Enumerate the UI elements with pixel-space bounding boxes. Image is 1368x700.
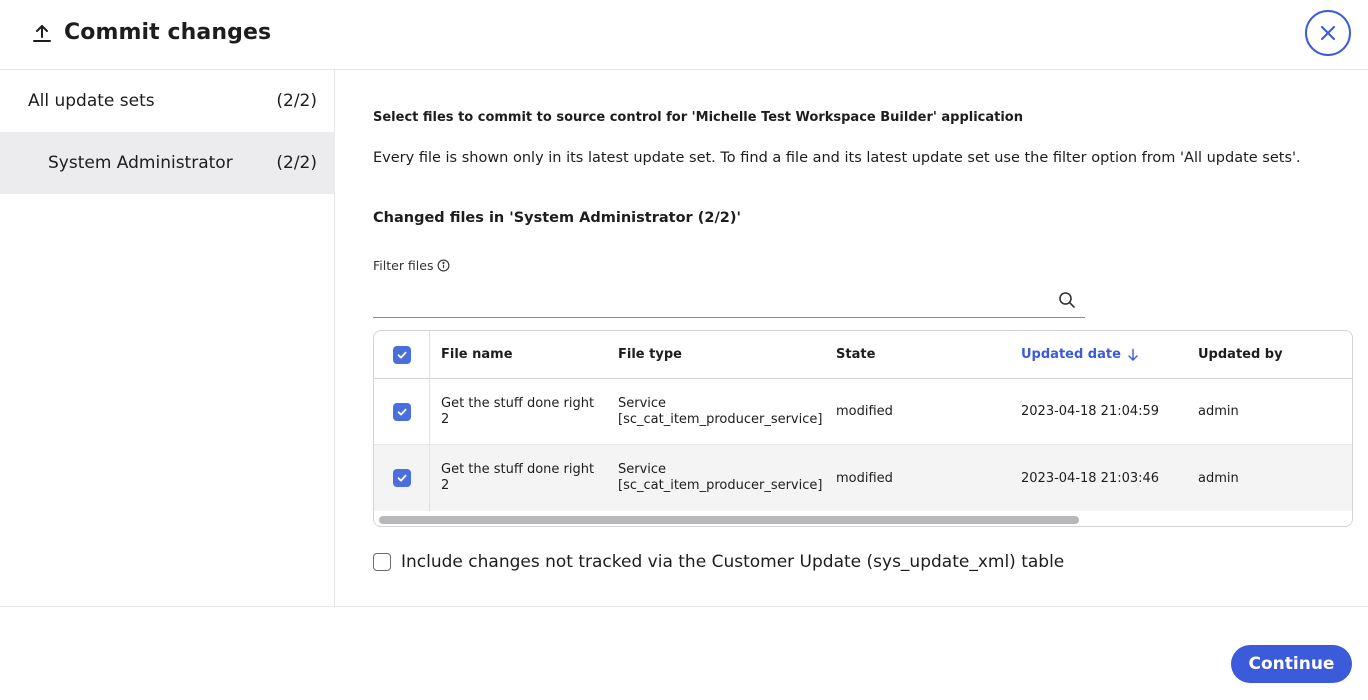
filter-field <box>373 285 1085 318</box>
dialog-header: Commit changes <box>0 0 1368 70</box>
include-untracked-label: Include changes not tracked via the Cust… <box>401 552 1065 572</box>
column-header-file-type[interactable]: File type <box>618 331 833 378</box>
row-checkbox[interactable] <box>392 469 411 487</box>
dialog-footer: Continue <box>0 606 1368 700</box>
file-name-line-1: Get the stuff done right <box>441 395 595 411</box>
changed-files-table: File name File type State Updated date U… <box>373 330 1353 527</box>
file-type-line-1: Service <box>618 462 667 477</box>
file-name-line-2: 2 <box>441 478 450 493</box>
file-name-cell: Get the stuff done right 2 <box>441 379 611 444</box>
upload-icon <box>30 21 54 45</box>
changed-files-title: Changed files in 'System Administrator (… <box>373 210 741 226</box>
include-untracked-checkbox[interactable] <box>373 553 391 571</box>
close-button[interactable] <box>1305 10 1351 56</box>
dialog-title: Commit changes <box>64 20 272 45</box>
column-header-file-name[interactable]: File name <box>441 331 611 378</box>
info-icon[interactable] <box>437 259 450 272</box>
intro-title: Select files to commit to source control… <box>373 110 1023 125</box>
sidebar-item-count: (2/2) <box>276 91 317 111</box>
column-header-label: Updated date <box>1021 347 1121 362</box>
filter-files-input[interactable] <box>373 285 1043 315</box>
close-icon <box>1321 26 1335 40</box>
sidebar-item-label: All update sets <box>28 91 155 111</box>
file-name-line-1: Get the stuff done right <box>441 462 595 477</box>
scrollbar-thumb[interactable] <box>379 516 1079 524</box>
column-header-updated-by[interactable]: Updated by <box>1198 331 1348 378</box>
file-type-line-2: [sc_cat_item_producer_service] <box>618 411 823 427</box>
row-checkbox[interactable] <box>392 402 411 421</box>
sidebar-item-system-administrator[interactable]: System Administrator (2/2) <box>0 132 335 194</box>
state-cell: modified <box>836 404 893 419</box>
file-type-cell: Service [sc_cat_item_producer_service] <box>618 445 833 511</box>
sidebar-item-count: (2/2) <box>276 153 317 173</box>
column-header-updated-date[interactable]: Updated date <box>1021 331 1191 378</box>
updated-by-cell: admin <box>1198 470 1239 486</box>
file-type-line-2: [sc_cat_item_producer_service] <box>618 478 823 493</box>
filter-label: Filter files <box>373 258 450 273</box>
dialog-title-group: Commit changes <box>30 20 271 45</box>
table-row: Get the stuff done right 2 Service [sc_c… <box>374 445 1352 511</box>
select-all-cell <box>374 331 430 378</box>
row-select-cell <box>374 445 430 511</box>
filter-label-text: Filter files <box>373 258 434 273</box>
checkmark-icon <box>397 474 406 482</box>
search-icon[interactable] <box>1057 290 1077 310</box>
sidebar-item-label: System Administrator <box>48 153 233 173</box>
file-type-line-1: Service <box>618 395 667 411</box>
file-name-line-2: 2 <box>441 411 450 427</box>
column-header-state[interactable]: State <box>836 331 986 378</box>
horizontal-scrollbar[interactable] <box>374 512 1352 526</box>
table-row: Get the stuff done right 2 Service [sc_c… <box>374 379 1352 445</box>
checkmark-icon <box>397 351 406 358</box>
table-header: File name File type State Updated date U… <box>374 331 1352 379</box>
sort-descending-icon <box>1128 348 1138 361</box>
continue-button[interactable]: Continue <box>1231 645 1352 683</box>
updated-date-cell: 2023-04-18 21:03:46 <box>1021 470 1160 486</box>
file-name-cell: Get the stuff done right 2 <box>441 445 611 511</box>
select-all-checkbox[interactable] <box>392 345 411 364</box>
intro-description: Every file is shown only in its latest u… <box>373 150 1301 166</box>
updated-date-cell: 2023-04-18 21:04:59 <box>1021 404 1160 419</box>
include-untracked-option[interactable]: Include changes not tracked via the Cust… <box>373 552 1064 572</box>
state-cell: modified <box>836 470 893 486</box>
updated-by-cell: admin <box>1198 404 1239 419</box>
update-sets-sidebar: All update sets (2/2) System Administrat… <box>0 70 335 606</box>
row-select-cell <box>374 379 430 444</box>
sidebar-item-all-update-sets[interactable]: All update sets (2/2) <box>0 70 335 132</box>
checkmark-icon <box>397 408 406 415</box>
file-type-cell: Service [sc_cat_item_producer_service] <box>618 379 833 444</box>
